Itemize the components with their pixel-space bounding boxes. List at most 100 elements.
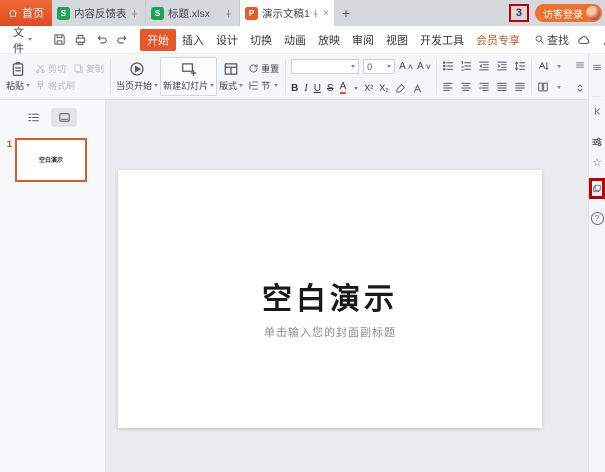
chevron-down-icon[interactable] (557, 86, 561, 89)
format-painter-button[interactable]: 格式刷 (35, 79, 75, 92)
text-effect-icon[interactable] (412, 83, 423, 94)
ribbon-tab-design[interactable]: 设计 (210, 29, 244, 51)
clipboard-small-group: 剪切 复制 格式刷 (32, 57, 107, 96)
paste-button[interactable]: 粘贴 (4, 57, 32, 96)
file-menu[interactable]: 文件 (9, 24, 36, 56)
collapse-panel-icon[interactable] (592, 106, 603, 117)
align-right-icon[interactable] (478, 81, 490, 93)
italic-button[interactable]: I (304, 83, 307, 94)
line-spacing-icon[interactable] (514, 60, 526, 72)
scissors-icon (35, 63, 46, 74)
shrink-font-button[interactable]: A˅ (417, 61, 431, 72)
strikethrough-button[interactable]: S (327, 83, 334, 94)
ribbon-tab-review[interactable]: 审阅 (346, 29, 380, 51)
tab-label: 演示文稿1 (262, 6, 310, 21)
chevron-down-icon (154, 84, 158, 87)
more-tools-icon[interactable] (575, 60, 585, 70)
bold-button[interactable]: B (291, 83, 298, 94)
save-icon[interactable] (53, 33, 66, 46)
chevron-down-icon[interactable] (557, 65, 561, 68)
layout-icon (223, 61, 239, 77)
scroll-toolbar-icon[interactable] (575, 83, 585, 93)
font-color-button[interactable]: A (340, 82, 347, 94)
outline-view-toggle[interactable] (20, 108, 46, 127)
thumbnail-view-icon (58, 111, 71, 124)
bullet-list-icon[interactable] (442, 60, 454, 72)
search-box[interactable]: 查找 (529, 32, 574, 48)
copy-button[interactable]: 复制 (73, 62, 104, 75)
tab-title-xlsx[interactable]: S 标题.xlsx (146, 0, 240, 26)
layout-label: 版式 (219, 79, 237, 92)
new-slide-button[interactable]: 新建幻灯片 (160, 57, 217, 96)
section-button[interactable]: 节 (248, 79, 278, 92)
tab-presentation1[interactable]: P 演示文稿1 × (240, 0, 334, 26)
new-slide-label: 新建幻灯片 (163, 79, 208, 92)
slide-list-item-1[interactable]: 1 空白演示 (0, 131, 105, 182)
layers-icon[interactable] (592, 183, 602, 194)
ribbon-tab-transition[interactable]: 切换 (244, 29, 278, 51)
redo-icon[interactable] (116, 33, 129, 46)
cut-button[interactable]: 剪切 (35, 62, 66, 75)
menu-bar: 文件 开始 插入 设计 切换 动画 放映 审阅 视图 开发工具 会员专享 查找 (0, 26, 605, 54)
avatar[interactable] (586, 6, 600, 20)
window-tab-bar: 首页 S 内容反馈表 S 标题.xlsx P 演示文稿1 × + 3 访客登录 (0, 0, 605, 26)
slide-thumbnail[interactable]: 空白演示 (15, 138, 87, 182)
slide-title-text[interactable]: 空白演示 (118, 274, 542, 318)
subscript-button[interactable]: X₂ (379, 83, 389, 93)
ribbon-tab-animation[interactable]: 动画 (278, 29, 312, 51)
new-slide-icon (181, 61, 197, 77)
ribbon-tab-developer[interactable]: 开发工具 (414, 29, 470, 51)
spreadsheet-doc-icon: S (57, 7, 70, 20)
ribbon-tab-home[interactable]: 开始 (140, 29, 176, 51)
share-icon[interactable] (601, 33, 605, 47)
grow-font-button[interactable]: A˄ (399, 61, 413, 72)
pin-icon[interactable] (224, 9, 233, 18)
text-direction-icon[interactable] (537, 60, 549, 72)
ribbon-tab-view[interactable]: 视图 (380, 29, 414, 51)
pin-icon[interactable] (311, 9, 320, 18)
thumbnail-view-toggle[interactable] (51, 108, 77, 127)
clipboard-paste-icon (10, 61, 26, 77)
numbered-list-icon[interactable] (460, 60, 472, 72)
decrease-indent-icon[interactable] (478, 60, 490, 72)
font-name-select[interactable] (291, 59, 359, 74)
justify-icon[interactable] (496, 81, 508, 93)
login-button[interactable]: 访客登录 (535, 4, 602, 22)
increase-indent-icon[interactable] (496, 60, 508, 72)
ribbon-tab-slideshow[interactable]: 放映 (312, 29, 346, 51)
new-tab-button[interactable]: + (334, 0, 358, 26)
slide-editor[interactable]: 空白演示 单击输入您的封面副标题 (118, 170, 542, 428)
star-icon[interactable]: ☆ (592, 158, 602, 169)
tab-content-feedback-sheet[interactable]: S 内容反馈表 (52, 0, 146, 26)
properties-slot (589, 136, 605, 148)
home-tab[interactable]: 首页 (0, 0, 52, 26)
ribbon-tab-member[interactable]: 会员专享 (470, 29, 526, 51)
reset-button[interactable]: 重置 (248, 62, 279, 75)
settings-sliders-icon[interactable] (591, 136, 603, 148)
hide-toolbar-icon[interactable] (592, 62, 602, 72)
play-circle-icon (129, 61, 145, 77)
distribute-text-icon[interactable] (514, 81, 526, 93)
slide-subtitle-placeholder[interactable]: 单击输入您的封面副标题 (118, 324, 542, 340)
cloud-sync-icon[interactable] (577, 33, 591, 47)
undo-icon[interactable] (95, 33, 108, 46)
close-tab-icon[interactable]: × (323, 8, 329, 19)
align-left-icon[interactable] (442, 81, 454, 93)
layout-button[interactable]: 版式 (217, 57, 245, 96)
superscript-button[interactable]: X² (364, 83, 373, 93)
columns-icon[interactable] (537, 81, 549, 93)
divider (285, 59, 286, 94)
chevron-down-icon[interactable] (354, 87, 358, 90)
font-size-select[interactable]: 0 (363, 59, 395, 74)
highlight-pen-icon[interactable] (395, 83, 406, 94)
underline-button[interactable]: U (314, 83, 321, 94)
chevron-down-icon (26, 84, 30, 87)
annotated-tool-slot (589, 178, 605, 199)
ribbon-tabs: 开始 插入 设计 切换 动画 放映 审阅 视图 开发工具 会员专享 (140, 29, 526, 51)
play-from-current-button[interactable]: 当页开始 (114, 57, 160, 96)
pin-icon[interactable] (130, 9, 139, 18)
ribbon-tab-insert[interactable]: 插入 (176, 29, 210, 51)
print-icon[interactable] (74, 33, 87, 46)
align-center-icon[interactable] (460, 81, 472, 93)
help-icon[interactable]: ? (591, 212, 604, 225)
